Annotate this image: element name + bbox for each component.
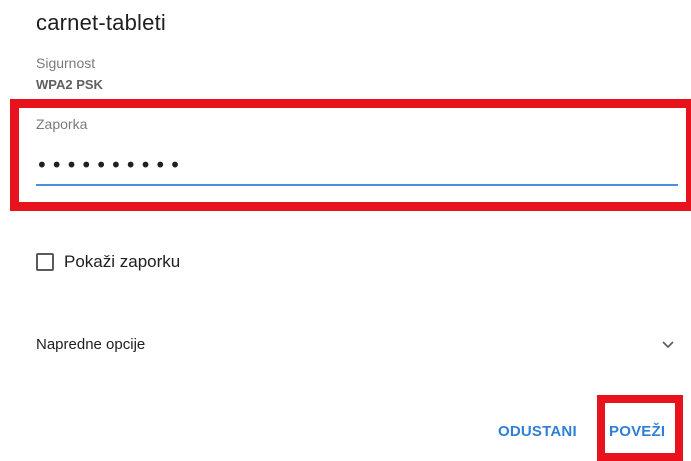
show-password-toggle[interactable]: Pokaži zaporku [36, 252, 180, 272]
security-value: WPA2 PSK [36, 77, 103, 92]
show-password-label: Pokaži zaporku [64, 252, 181, 271]
password-label: Zaporka [36, 116, 88, 132]
network-name-title: carnet-tableti [36, 10, 166, 35]
connect-button[interactable]: POVEŽI [609, 423, 665, 440]
security-label: Sigurnost [36, 55, 96, 71]
show-password-checkbox[interactable] [36, 253, 54, 271]
advanced-options-label: Napredne opcije [36, 335, 146, 353]
cancel-button[interactable]: ODUSTANI [498, 423, 577, 440]
chevron-down-icon[interactable] [662, 338, 674, 350]
password-field[interactable] [36, 146, 678, 186]
advanced-options-row[interactable]: Napredne opcije [36, 332, 676, 356]
wifi-connect-dialog: carnet-tableti Sigurnost WPA2 PSK Zapork… [0, 0, 691, 461]
